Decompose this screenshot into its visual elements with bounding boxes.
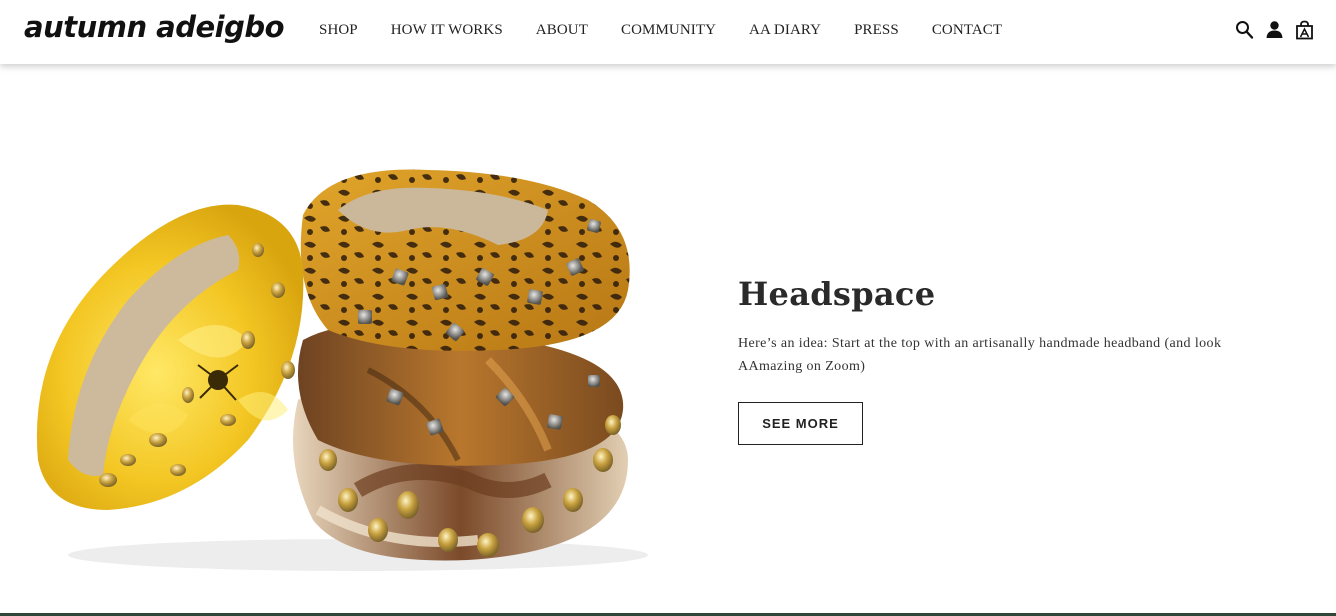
nav-how-it-works[interactable]: HOW IT WORKS: [391, 22, 503, 39]
see-more-button[interactable]: SEE MORE: [738, 402, 863, 445]
brand-logo[interactable]: autumn adeigbo: [24, 10, 285, 44]
nav-aa-diary[interactable]: AA DIARY: [749, 22, 821, 39]
cart-icon[interactable]: [1295, 20, 1314, 40]
headband-product-image: [28, 160, 668, 575]
nav-about[interactable]: ABOUT: [536, 22, 588, 39]
header-icons: [1235, 20, 1314, 40]
hero-title: Headspace: [738, 275, 936, 313]
hero-description: Here’s an idea: Start at the top with an…: [738, 336, 1222, 374]
nav-shop[interactable]: SHOP: [319, 22, 358, 39]
search-icon[interactable]: [1235, 20, 1254, 40]
nav-contact[interactable]: CONTACT: [932, 22, 1002, 39]
nav-community[interactable]: COMMUNITY: [621, 22, 716, 39]
account-icon[interactable]: [1265, 20, 1284, 40]
hero-text: Headspace Here’s an idea: Start at the t…: [738, 275, 1278, 445]
site-header: autumn adeigbo SHOP HOW IT WORKS ABOUT C…: [0, 0, 1336, 64]
main-nav: SHOP HOW IT WORKS ABOUT COMMUNITY AA DIA…: [319, 22, 1035, 39]
nav-press[interactable]: PRESS: [854, 22, 899, 39]
